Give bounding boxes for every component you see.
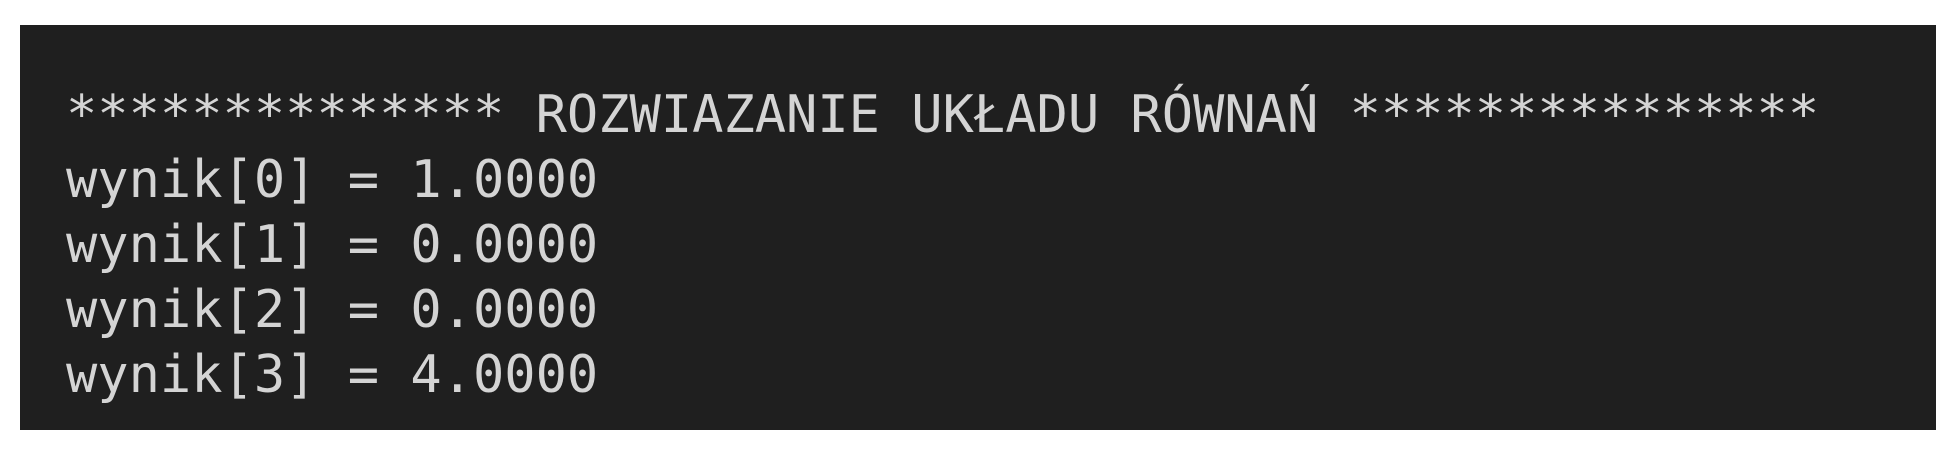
output-heading-line: ************** ROZWIAZANIE UKŁADU RÓWNAŃ… [66, 85, 1820, 145]
output-result-line-2: wynik[2] = 0.0000 [66, 280, 599, 340]
output-result-line-1: wynik[1] = 0.0000 [66, 215, 599, 275]
output-result-line-0: wynik[0] = 1.0000 [66, 150, 599, 210]
output-result-line-3: wynik[3] = 4.0000 [66, 345, 599, 405]
terminal-output-panel: ************** ROZWIAZANIE UKŁADU RÓWNAŃ… [20, 25, 1936, 430]
